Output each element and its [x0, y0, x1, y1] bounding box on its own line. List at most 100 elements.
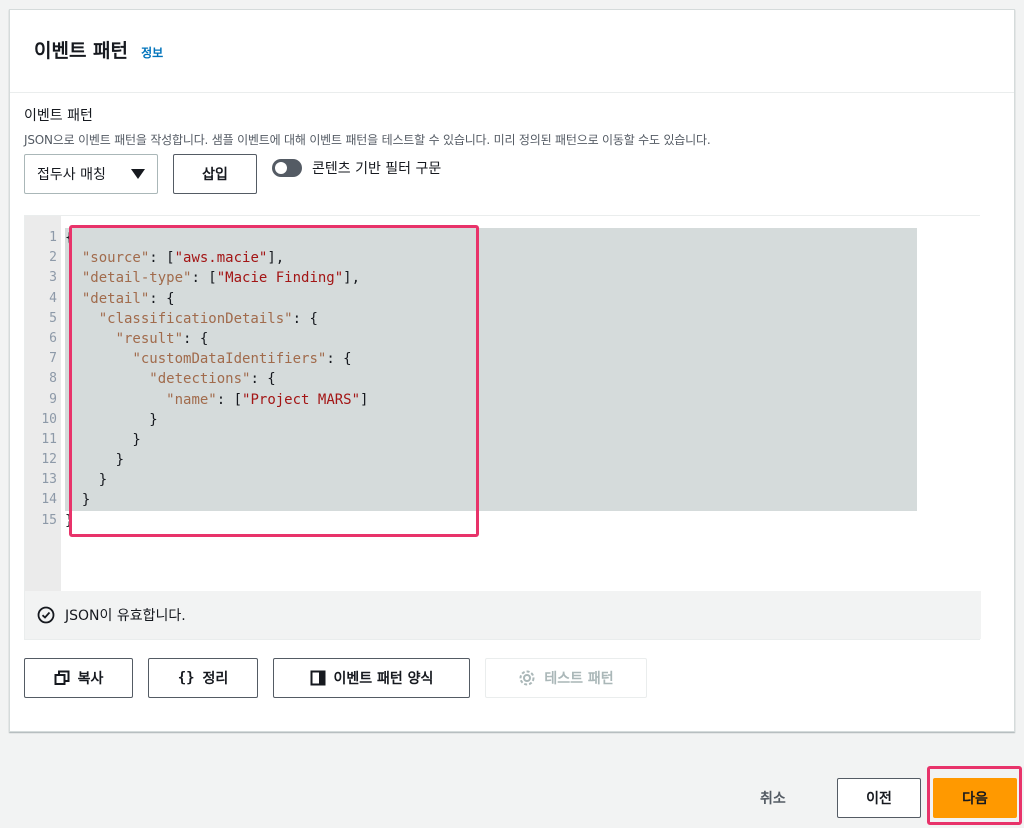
dropdown-label: 접두사 매칭 — [37, 167, 106, 183]
json-key: "detail" — [81, 290, 150, 307]
json-punctuation: : { — [149, 290, 175, 307]
code-line: "detections": { — [65, 369, 917, 389]
json-punctuation: } — [65, 452, 125, 469]
json-punctuation — [65, 392, 166, 408]
code-line: "classificationDetails": { — [65, 309, 917, 329]
json-punctuation: ], — [343, 270, 361, 287]
code-selection[interactable]: { "source": ["aws.macie"], "detail-type"… — [65, 228, 917, 529]
panel-layout-icon — [310, 670, 326, 686]
info-link[interactable]: 정보 — [141, 46, 163, 60]
line-number: 8 — [49, 371, 57, 387]
line-number: 14 — [41, 492, 57, 508]
code-line: } — [65, 450, 917, 470]
code-line: "customDataIdentifiers": { — [65, 349, 917, 369]
code-line: "result": { — [65, 329, 917, 349]
caret-down-icon — [131, 169, 145, 179]
format-button[interactable]: {} 정리 — [148, 658, 258, 698]
json-key: "result" — [115, 330, 184, 347]
test-pattern-button: 테스트 패턴 — [485, 658, 647, 698]
test-label: 테스트 패턴 — [544, 671, 614, 687]
line-number: 15 — [41, 512, 57, 528]
json-punctuation: } — [65, 492, 91, 509]
code-editor[interactable]: 1 2 3 4 5 6 7 8 9 10 11 12 13 14 15 { "source": ["aws.… — [24, 215, 987, 640]
json-punctuation — [65, 331, 116, 347]
json-punctuation — [65, 291, 82, 307]
json-punctuation: : [ — [216, 391, 243, 408]
insert-button[interactable]: 삽입 — [173, 154, 257, 194]
json-key: "customDataIdentifiers" — [132, 351, 327, 368]
line-number: 9 — [49, 391, 57, 407]
json-string: "Macie Finding" — [216, 270, 344, 287]
code-line: { — [65, 228, 917, 248]
json-key: "detail-type" — [81, 270, 192, 287]
json-string: "aws.macie" — [174, 250, 268, 267]
copy-label: 복사 — [77, 671, 104, 687]
json-key: "classificationDetails" — [98, 310, 293, 327]
content-filter-toggle[interactable] — [272, 159, 302, 177]
line-number: 7 — [49, 351, 57, 367]
line-number: 2 — [49, 250, 57, 266]
line-number: 5 — [49, 310, 57, 326]
json-punctuation: : { — [250, 371, 276, 388]
format-label: 정리 — [202, 671, 229, 687]
json-punctuation: { — [65, 230, 74, 246]
check-circle-icon — [37, 606, 55, 624]
json-punctuation: : { — [292, 310, 318, 327]
copy-icon — [54, 670, 70, 685]
code-line: "source": ["aws.macie"], — [65, 248, 917, 268]
pattern-template-button[interactable]: 이벤트 패턴 양식 — [273, 658, 470, 698]
code-line: "detail": { — [65, 289, 917, 309]
panel-header: 이벤트 패턴 정보 — [10, 10, 1014, 93]
code-line: } — [65, 430, 917, 450]
json-punctuation: ] — [360, 391, 369, 408]
code-line: } — [65, 410, 917, 430]
json-punctuation — [65, 270, 82, 286]
line-number: 1 — [49, 230, 57, 245]
braces-icon: {} — [177, 670, 195, 686]
prefix-matching-dropdown[interactable]: 접두사 매칭 — [24, 154, 158, 194]
validation-text: JSON이 유효합니다. — [65, 608, 186, 624]
panel-title: 이벤트 패턴 — [34, 40, 129, 62]
code-line: "detail-type": ["Macie Finding"], — [65, 268, 917, 288]
json-punctuation — [65, 250, 82, 266]
code-line: } — [65, 470, 917, 490]
json-punctuation: } — [65, 472, 108, 489]
json-punctuation: : { — [326, 351, 352, 368]
json-punctuation: } — [65, 411, 158, 428]
line-number: 12 — [41, 452, 57, 468]
json-punctuation — [65, 311, 99, 327]
line-number: 10 — [41, 411, 57, 427]
content-filter-toggle-group: 콘텐츠 기반 필터 구문 — [272, 158, 441, 178]
json-punctuation — [65, 371, 149, 387]
next-button[interactable]: 다음 — [933, 778, 1017, 818]
line-number: 3 — [49, 270, 57, 286]
line-number: 4 — [49, 290, 57, 306]
json-punctuation: : [ — [149, 250, 175, 267]
validation-bar: JSON이 유효합니다. — [25, 591, 981, 639]
json-key: "source" — [81, 250, 150, 267]
line-number: 11 — [41, 431, 57, 447]
json-punctuation: } — [65, 431, 141, 448]
line-numbers: 1 2 3 4 5 6 7 8 9 10 11 12 13 14 15 — [25, 228, 61, 531]
cancel-link[interactable]: 취소 — [760, 788, 786, 808]
json-punctuation — [65, 351, 132, 367]
gear-icon — [519, 670, 535, 686]
template-label: 이벤트 패턴 양식 — [333, 671, 434, 687]
json-punctuation: ], — [267, 250, 285, 267]
previous-button[interactable]: 이전 — [837, 778, 921, 818]
json-key: "name" — [166, 391, 217, 408]
code-line: } — [65, 490, 917, 510]
json-string: "Project MARS" — [242, 391, 361, 408]
line-number: 13 — [41, 472, 57, 488]
json-punctuation: : [ — [191, 270, 217, 287]
field-description: JSON으로 이벤트 패턴을 작성합니다. 샘플 이벤트에 대해 이벤트 패턴을… — [24, 133, 711, 147]
field-label: 이벤트 패턴 — [24, 108, 93, 124]
json-punctuation: : { — [183, 330, 209, 347]
code-line: } — [65, 511, 917, 531]
line-number: 6 — [49, 330, 57, 346]
code-line: "name": ["Project MARS"] — [65, 390, 917, 410]
json-key: "detections" — [149, 371, 251, 388]
toggle-label: 콘텐츠 기반 필터 구문 — [312, 161, 442, 177]
json-punctuation: } — [65, 512, 74, 529]
copy-button[interactable]: 복사 — [24, 658, 133, 698]
